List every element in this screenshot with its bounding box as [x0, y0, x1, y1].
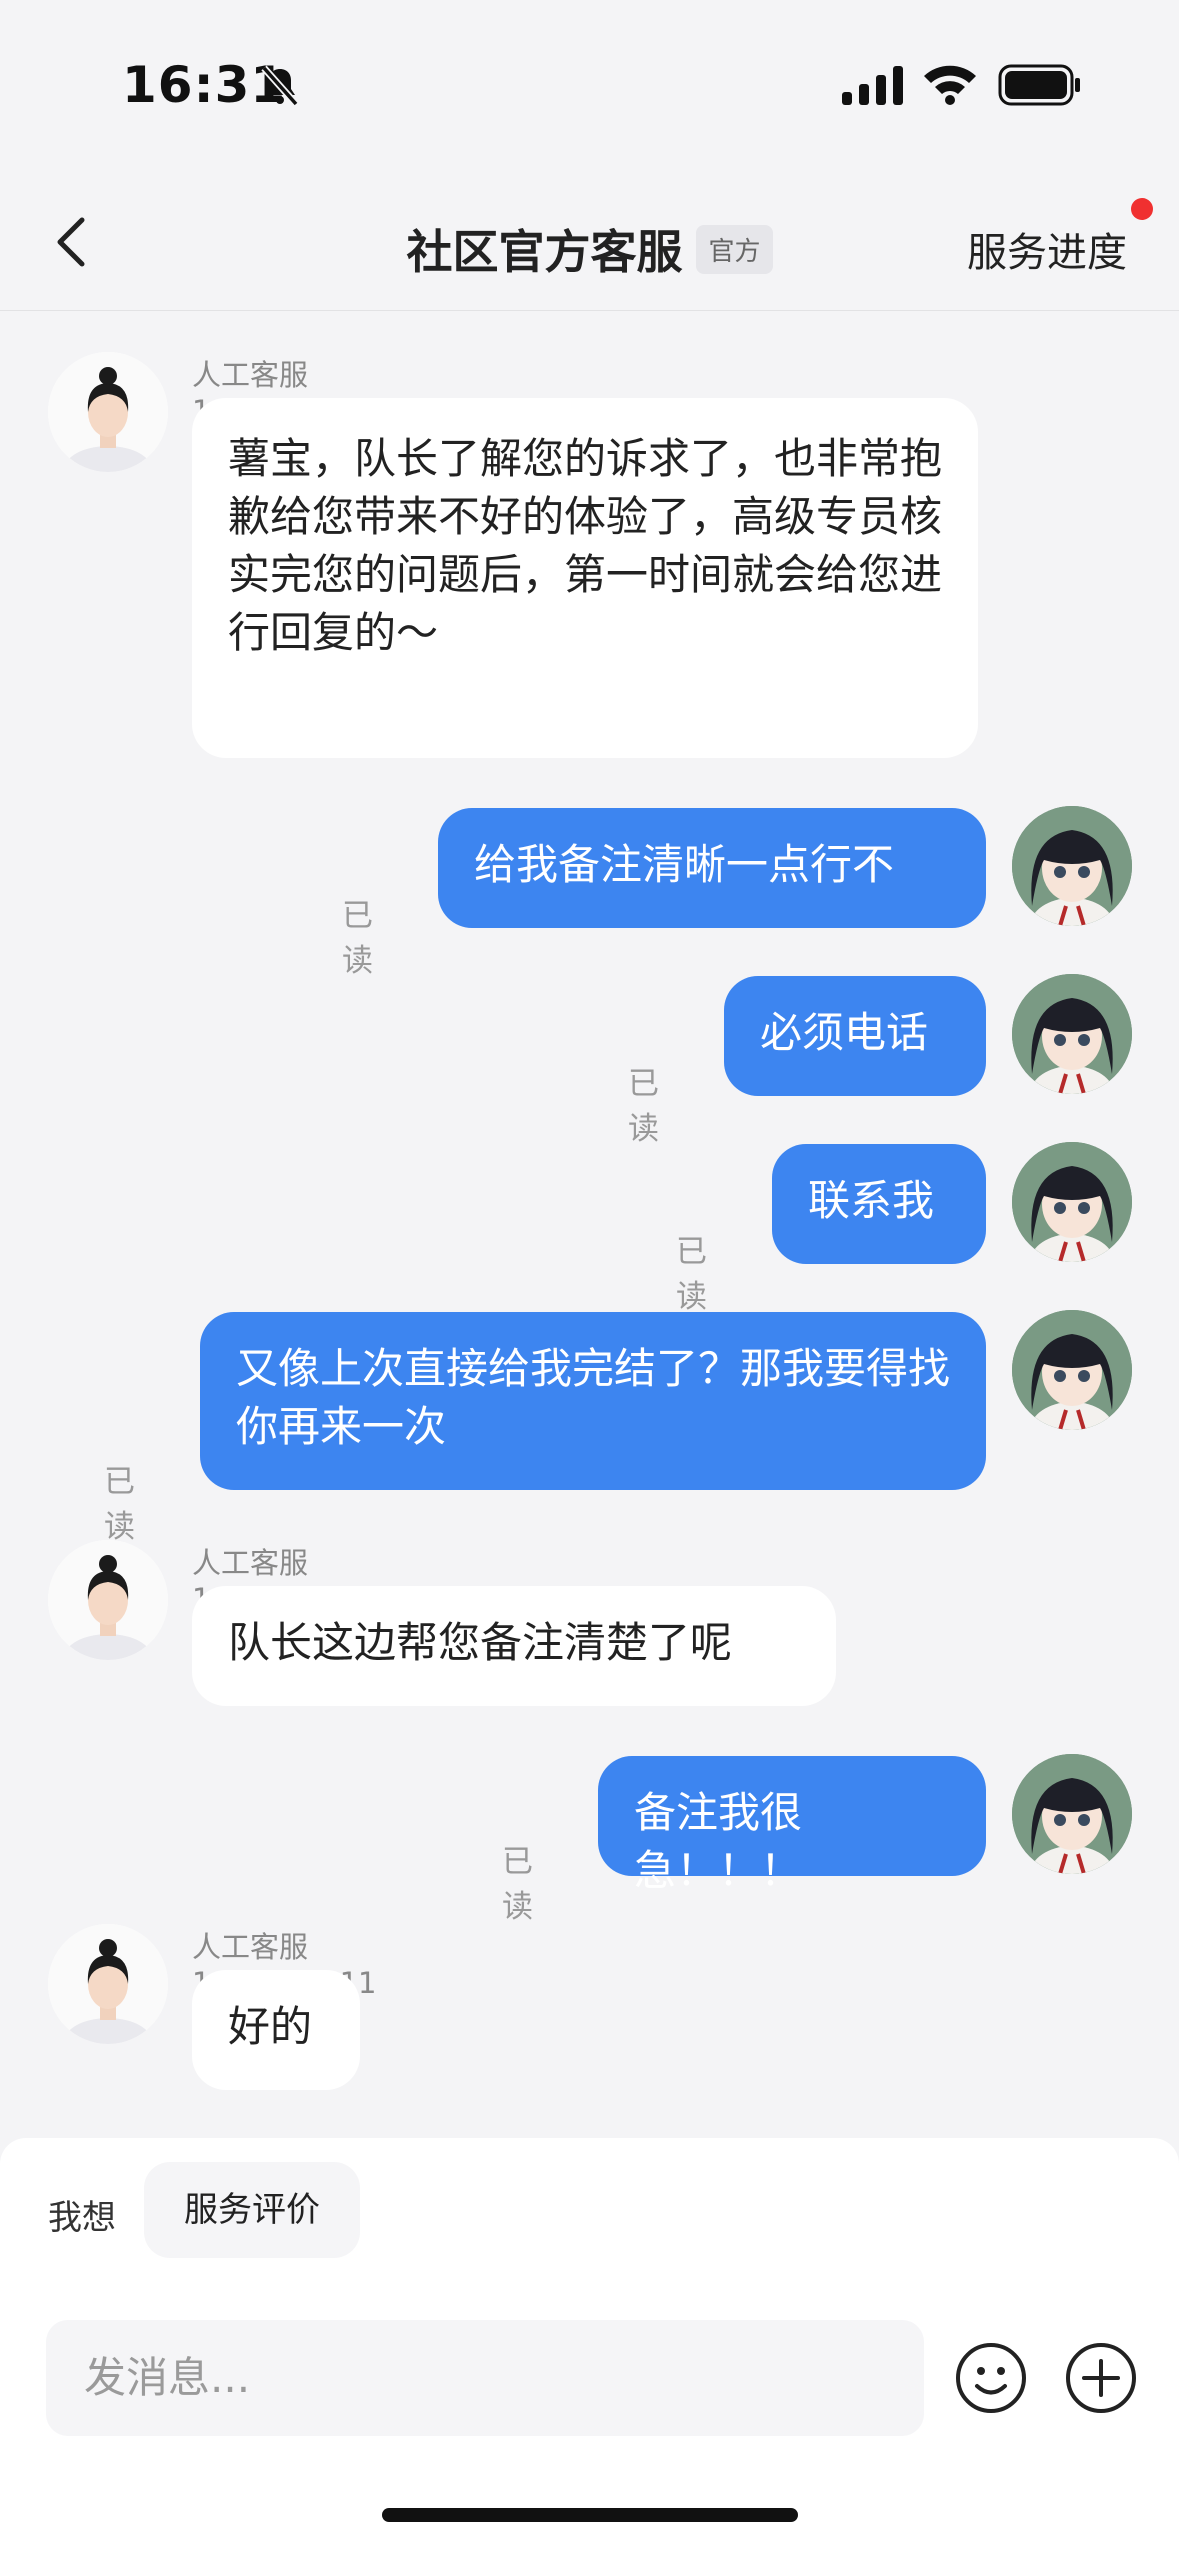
notification-dot: [1131, 198, 1153, 220]
message-bubble: 又像上次直接给我完结了？那我要得找你再来一次: [200, 1312, 986, 1490]
read-status: 已读: [104, 1464, 135, 1545]
quick-reply-label: 我想: [48, 2198, 116, 2238]
service-rating-chip[interactable]: 服务评价: [144, 2162, 360, 2258]
status-bar: 16:31: [0, 0, 1179, 170]
service-progress-button[interactable]: 服务进度: [967, 220, 1127, 278]
message-input[interactable]: 发消息...: [46, 2320, 924, 2436]
wifi-icon: [922, 62, 978, 110]
agent-avatar[interactable]: [48, 352, 168, 472]
user-avatar[interactable]: [1012, 806, 1132, 926]
user-avatar[interactable]: [1012, 1754, 1132, 1874]
read-status: 已读: [628, 1066, 659, 1147]
signal-icon: [842, 66, 904, 110]
home-indicator: [382, 2508, 798, 2522]
agent-avatar[interactable]: [48, 1540, 168, 1660]
message-bubble: 好的: [192, 1970, 360, 2090]
silent-bell-icon: [258, 64, 302, 112]
official-tag: 官方: [696, 224, 773, 274]
agent-avatar[interactable]: [48, 1924, 168, 2044]
message-bubble: 备注我很急！！！: [598, 1756, 986, 1895]
read-status: 已读: [342, 898, 373, 979]
nav-bar: 社区官方客服 官方 服务进度: [0, 170, 1179, 311]
bottom-panel: 我想 服务评价 发消息...: [0, 2138, 1179, 2556]
message-bubble: 必须电话: [724, 976, 986, 1096]
page-title: 社区官方客服: [406, 225, 683, 279]
user-avatar[interactable]: [1012, 974, 1132, 1094]
message-bubble: 队长这边帮您备注清楚了呢: [192, 1586, 836, 1706]
read-status: 已读: [502, 1844, 533, 1925]
plus-icon[interactable]: [1064, 2341, 1138, 2419]
battery-icon: [998, 64, 1082, 110]
emoji-icon[interactable]: [954, 2341, 1028, 2419]
read-status: 已读: [676, 1234, 707, 1315]
message-bubble: 给我备注清晰一点行不: [438, 808, 986, 928]
user-avatar[interactable]: [1012, 1142, 1132, 1262]
user-avatar[interactable]: [1012, 1310, 1132, 1430]
message-bubble: 薯宝，队长了解您的诉求了，也非常抱歉给您带来不好的体验了，高级专员核实完您的问题…: [192, 398, 978, 758]
message-bubble: 联系我: [772, 1144, 986, 1264]
